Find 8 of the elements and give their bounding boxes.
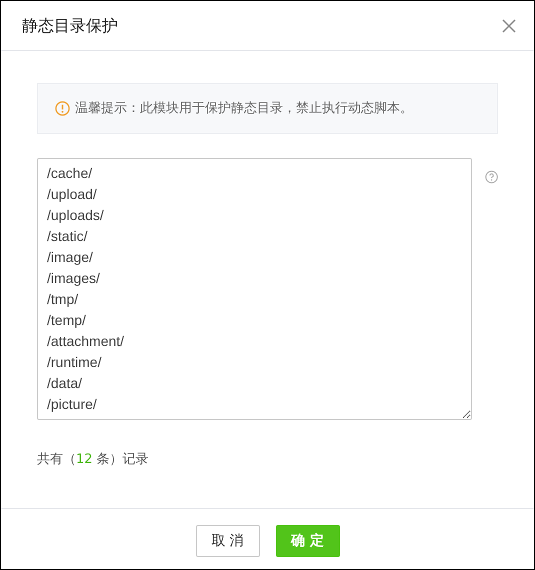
cancel-button[interactable]: 取 消 xyxy=(196,525,260,557)
record-count-text: 共有（12 条）记录 xyxy=(37,451,150,469)
help-icon[interactable] xyxy=(484,170,498,184)
close-icon[interactable] xyxy=(502,18,516,32)
dialog-title: 静态目录保护 xyxy=(22,14,118,36)
notice-text: 温馨提示：此模块用于保护静态目录，禁止执行动态脚本。 xyxy=(75,100,413,118)
warning-icon xyxy=(55,101,70,116)
directory-textarea[interactable]: /cache/ /upload/ /uploads/ /static/ /image/ /images/ /tmp/ /temp/ /attachment/ /runtime/ /data/ /picture/ xyxy=(37,158,472,420)
